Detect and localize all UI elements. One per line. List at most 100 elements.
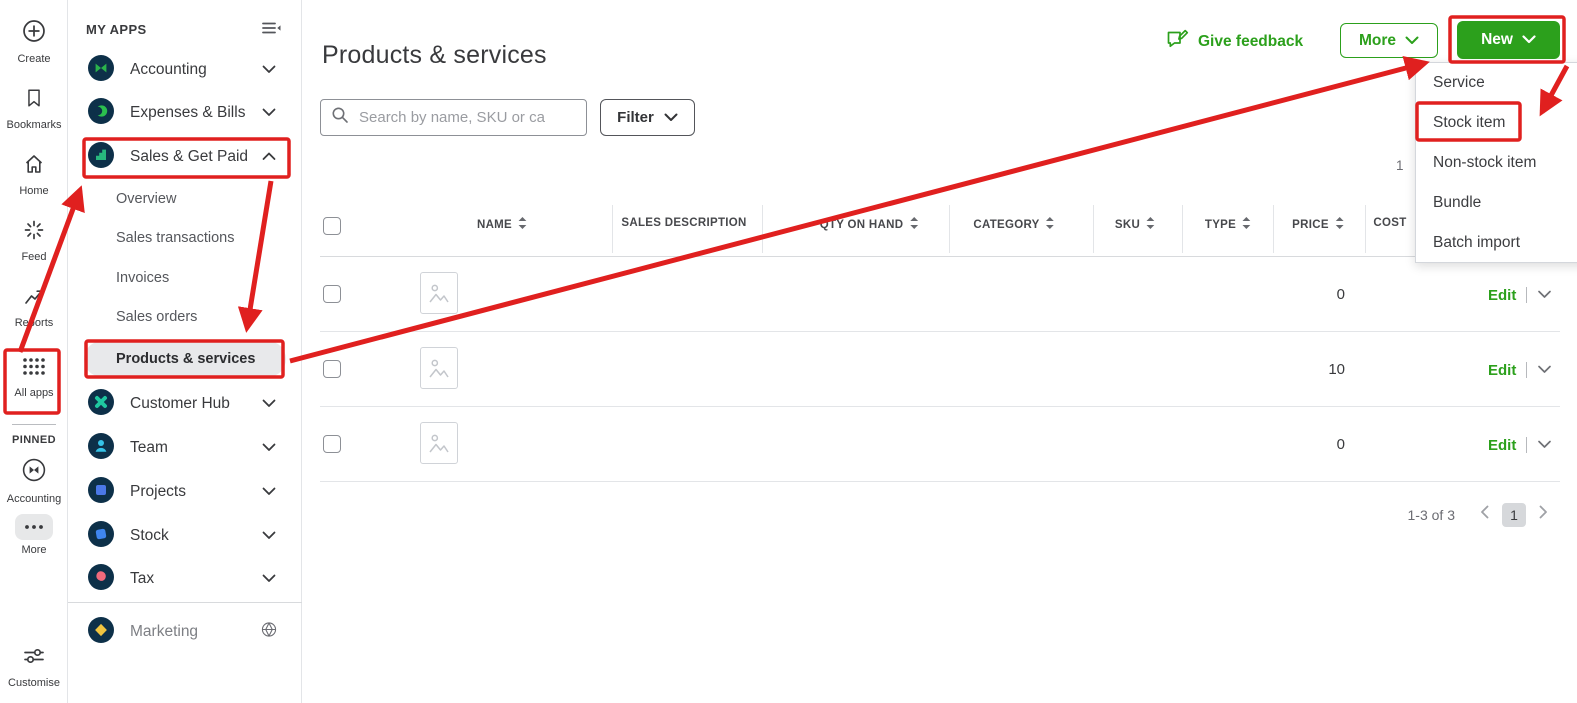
sidebar-label-accounting: Accounting (130, 61, 207, 78)
column-header-qty-on-hand[interactable]: QTY ON HAND (820, 217, 919, 232)
sidebar-label-team: Team (130, 439, 168, 456)
row-chevron-down-icon[interactable] (1537, 286, 1552, 304)
sidebar-subitem-invoices[interactable]: Invoices (68, 262, 302, 294)
rail-item-create[interactable]: Create (0, 18, 68, 65)
search-input[interactable] (357, 108, 567, 127)
sidebar-item-team[interactable]: Team (68, 430, 302, 466)
row-actions: Edit (1488, 436, 1552, 454)
table-header-border (320, 256, 1560, 257)
new-button[interactable]: New (1457, 21, 1560, 59)
search-icon (331, 106, 349, 129)
edit-link[interactable]: Edit (1488, 287, 1516, 304)
rail-label-pinned-accounting: Accounting (6, 493, 62, 505)
subitem-label-overview: Overview (116, 191, 177, 207)
collapse-panel-icon[interactable] (260, 19, 282, 42)
column-header-name[interactable]: NAME (477, 217, 527, 232)
sliders-icon (21, 644, 47, 673)
select-all-checkbox[interactable] (323, 217, 341, 235)
sidebar-subitem-sales-transactions[interactable]: Sales transactions (68, 222, 302, 254)
projects-app-icon (88, 476, 114, 508)
sidebar-item-marketing[interactable]: Marketing (68, 614, 302, 650)
chevron-down-icon (262, 570, 276, 588)
home-icon (22, 152, 46, 181)
pagination-next-icon[interactable] (1539, 505, 1548, 524)
trend-chart-icon (22, 284, 46, 313)
column-label-type: TYPE (1204, 218, 1237, 231)
icon-rail: Create Bookmarks Home Feed Reports All a… (0, 0, 68, 703)
rail-item-bookmarks[interactable]: Bookmarks (0, 86, 68, 131)
sort-icon (518, 217, 527, 232)
row-checkbox[interactable] (323, 435, 341, 453)
sidebar-subitem-sales-orders[interactable]: Sales orders (68, 301, 302, 333)
chevron-down-icon (262, 61, 276, 79)
sidebar-label-customer-hub: Customer Hub (130, 395, 230, 412)
column-header-price[interactable]: PRICE (1292, 217, 1344, 232)
menu-item-non-stock-item[interactable]: Non-stock item (1416, 143, 1577, 183)
rail-item-more[interactable]: More (0, 514, 68, 556)
sidebar-item-tax[interactable]: Tax (68, 561, 302, 597)
rail-divider (12, 424, 56, 425)
pagination-summary: 1-3 of 3 (1407, 507, 1455, 523)
column-header-sales-description[interactable]: SALES DESCRIPTION (621, 217, 746, 229)
action-separator (1526, 437, 1528, 453)
sidebar-heading: MY APPS (86, 22, 147, 37)
filter-button[interactable]: Filter (600, 99, 695, 136)
column-separator (1365, 205, 1366, 253)
row-checkbox[interactable] (323, 360, 341, 378)
column-separator (1182, 205, 1183, 253)
rail-pinned-heading: PINNED (12, 434, 56, 446)
rail-item-feed[interactable]: Feed (0, 218, 68, 263)
menu-item-service[interactable]: Service (1416, 63, 1577, 103)
sort-icon (1242, 217, 1251, 232)
more-button[interactable]: More (1340, 23, 1438, 58)
row-checkbox[interactable] (323, 285, 341, 303)
menu-item-stock-item[interactable]: Stock item (1416, 103, 1577, 143)
column-header-sku[interactable]: SKU (1115, 217, 1155, 232)
give-feedback-link[interactable]: Give feedback (1166, 29, 1303, 55)
pagination-prev-icon[interactable] (1480, 505, 1489, 524)
row-border (320, 331, 1560, 332)
main-content: Products & services Give feedback More N… (302, 0, 1577, 703)
rail-item-reports[interactable]: Reports (0, 284, 68, 329)
sidebar-label-projects: Projects (130, 483, 186, 500)
menu-item-bundle[interactable]: Bundle (1416, 183, 1577, 223)
sort-icon (909, 217, 918, 232)
rail-item-customise[interactable]: Customise (0, 644, 68, 689)
customer-hub-app-icon (88, 388, 114, 420)
chevron-down-icon (262, 483, 276, 501)
column-separator (612, 205, 613, 253)
sidebar-item-accounting[interactable]: Accounting (68, 52, 302, 88)
rail-item-home[interactable]: Home (0, 152, 68, 197)
rail-item-pinned-accounting[interactable]: Accounting (0, 456, 68, 505)
sidebar-item-stock[interactable]: Stock (68, 518, 302, 554)
sidebar-subitem-overview[interactable]: Overview (68, 183, 302, 215)
edit-link[interactable]: Edit (1488, 362, 1516, 379)
sidebar-item-sales-get-paid[interactable]: Sales & Get Paid (68, 139, 302, 175)
filter-button-label: Filter (617, 109, 654, 126)
sidebar-subitem-products-services-active[interactable]: Products & services (84, 341, 286, 377)
column-header-type[interactable]: TYPE (1205, 217, 1251, 232)
menu-item-batch-import[interactable]: Batch import (1416, 223, 1577, 263)
sidebar-item-expenses-bills[interactable]: Expenses & Bills (68, 95, 302, 131)
column-header-cost[interactable]: COST (1373, 217, 1406, 229)
column-label-price: PRICE (1292, 218, 1329, 231)
rail-item-all-apps[interactable]: All apps (0, 356, 68, 399)
more-button-label: More (1358, 31, 1397, 49)
rail-label-more: More (21, 544, 47, 556)
row-chevron-down-icon[interactable] (1537, 361, 1552, 379)
sort-icon (1046, 217, 1055, 232)
accounting-logo-icon (20, 456, 48, 489)
rail-label-bookmarks: Bookmarks (6, 119, 62, 131)
edit-link[interactable]: Edit (1488, 437, 1516, 454)
sidebar-item-projects[interactable]: Projects (68, 474, 302, 510)
sidebar-item-customer-hub[interactable]: Customer Hub (68, 386, 302, 422)
row-chevron-down-icon[interactable] (1537, 436, 1552, 454)
stock-app-icon (88, 520, 114, 552)
pagination-page-1[interactable]: 1 (1502, 503, 1526, 527)
chevron-down-icon (262, 104, 276, 122)
row-border (320, 481, 1560, 482)
sort-icon (1146, 217, 1155, 232)
column-separator (949, 205, 950, 253)
column-header-category[interactable]: CATEGORY (973, 217, 1055, 232)
subitem-label-invoices: Invoices (116, 270, 170, 286)
